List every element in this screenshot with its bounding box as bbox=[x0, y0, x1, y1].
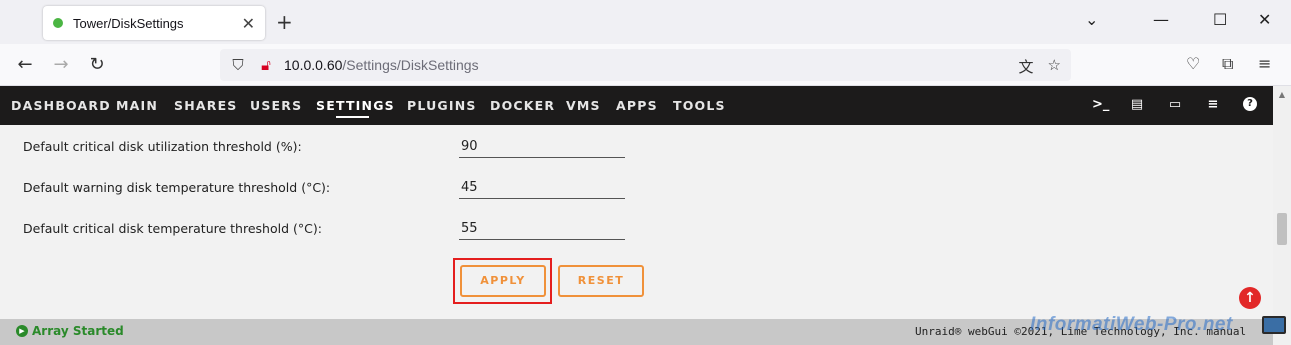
back-arrow-icon[interactable]: ← bbox=[14, 54, 36, 75]
forward-arrow-icon[interactable]: → bbox=[50, 54, 72, 75]
translate-icon[interactable]: 文 bbox=[1019, 56, 1034, 77]
disk-settings-panel: Default critical disk utilization thresh… bbox=[0, 125, 1273, 319]
apply-button[interactable]: APPLY bbox=[460, 265, 546, 297]
menu-item-settings[interactable]: SETTINGS bbox=[316, 98, 395, 113]
browser-tab[interactable]: Tower/DiskSettings ✕ bbox=[43, 6, 265, 40]
menu-item-plugins[interactable]: PLUGINS bbox=[407, 98, 477, 113]
feedback-icon[interactable]: ▤ bbox=[1129, 97, 1145, 112]
browser-nav-bar: ← → ↻ ⛉ 🔓︎ 10.0.0.60/Settings/DiskSettin… bbox=[0, 44, 1291, 86]
monitor-icon[interactable]: ▭ bbox=[1167, 97, 1183, 112]
warning-temperature-input[interactable] bbox=[459, 177, 625, 199]
critical-temperature-label: Default critical disk temperature thresh… bbox=[23, 221, 322, 236]
menu-item-apps[interactable]: APPS bbox=[616, 98, 658, 113]
critical-utilization-label: Default critical disk utilization thresh… bbox=[23, 139, 302, 154]
menu-item-dashboard[interactable]: DASHBOARD bbox=[11, 98, 111, 113]
active-menu-underline bbox=[336, 116, 369, 118]
unraid-favicon-icon bbox=[53, 18, 63, 28]
close-window-button[interactable]: ✕ bbox=[1258, 10, 1271, 29]
terminal-icon[interactable]: >_ bbox=[1092, 97, 1109, 112]
critical-temperature-input[interactable] bbox=[459, 218, 625, 240]
app-menu-icon[interactable]: ≡ bbox=[1258, 54, 1271, 73]
shield-icon[interactable]: ⛉ bbox=[228, 56, 248, 74]
url-path: /Settings/DiskSettings bbox=[342, 57, 479, 73]
menu-item-users[interactable]: USERS bbox=[250, 98, 302, 113]
scroll-up-icon[interactable]: ▲ bbox=[1273, 90, 1291, 99]
unraid-top-menu: DASHBOARD MAIN SHARES USERS SETTINGS PLU… bbox=[0, 86, 1273, 125]
new-tab-button[interactable]: + bbox=[276, 10, 293, 34]
list-all-tabs-icon[interactable]: ⌄ bbox=[1085, 10, 1098, 29]
reload-icon[interactable]: ↻ bbox=[86, 54, 108, 75]
menu-item-shares[interactable]: SHARES bbox=[174, 98, 238, 113]
array-status: ▶ Array Started bbox=[16, 324, 124, 338]
warning-temperature-label: Default warning disk temperature thresho… bbox=[23, 180, 331, 195]
minimize-window-button[interactable]: — bbox=[1153, 10, 1169, 29]
scrollbar-thumb[interactable] bbox=[1277, 213, 1287, 245]
help-icon[interactable]: ? bbox=[1243, 97, 1257, 111]
page-scrollbar[interactable]: ▲ bbox=[1273, 86, 1291, 345]
watermark-laptop-icon bbox=[1262, 316, 1286, 334]
log-icon[interactable]: ≡ bbox=[1205, 97, 1221, 112]
pocket-icon[interactable]: ♡ bbox=[1186, 54, 1200, 73]
watermark-text: InformatiWeb-Pro.net bbox=[1030, 314, 1233, 335]
maximize-window-button[interactable]: ☐ bbox=[1213, 10, 1227, 29]
tab-close-icon[interactable]: ✕ bbox=[242, 14, 255, 33]
menu-item-docker[interactable]: DOCKER bbox=[490, 98, 555, 113]
extensions-icon[interactable]: ⧉ bbox=[1222, 54, 1233, 74]
play-circle-icon: ▶ bbox=[16, 325, 28, 337]
array-status-text: Array Started bbox=[32, 324, 124, 338]
bookmark-star-icon[interactable]: ☆ bbox=[1048, 56, 1061, 77]
menu-item-main[interactable]: MAIN bbox=[116, 98, 158, 113]
reset-button[interactable]: RESET bbox=[558, 265, 644, 297]
scroll-to-top-icon[interactable]: ↑ bbox=[1239, 287, 1261, 309]
menu-item-vms[interactable]: VMS bbox=[566, 98, 601, 113]
url-host: 10.0.0.60 bbox=[284, 57, 343, 73]
url-text[interactable]: 10.0.0.60/Settings/DiskSettings bbox=[284, 57, 479, 73]
critical-utilization-input[interactable] bbox=[459, 136, 625, 158]
tab-title: Tower/DiskSettings bbox=[73, 15, 184, 31]
address-bar[interactable]: ⛉ 🔓︎ 10.0.0.60/Settings/DiskSettings 文 ☆ bbox=[220, 49, 1071, 81]
menu-item-tools[interactable]: TOOLS bbox=[673, 98, 726, 113]
browser-tab-strip: Tower/DiskSettings ✕ + ⌄ — ☐ ✕ bbox=[0, 0, 1291, 44]
insecure-lock-icon[interactable]: 🔓︎ bbox=[256, 56, 276, 74]
